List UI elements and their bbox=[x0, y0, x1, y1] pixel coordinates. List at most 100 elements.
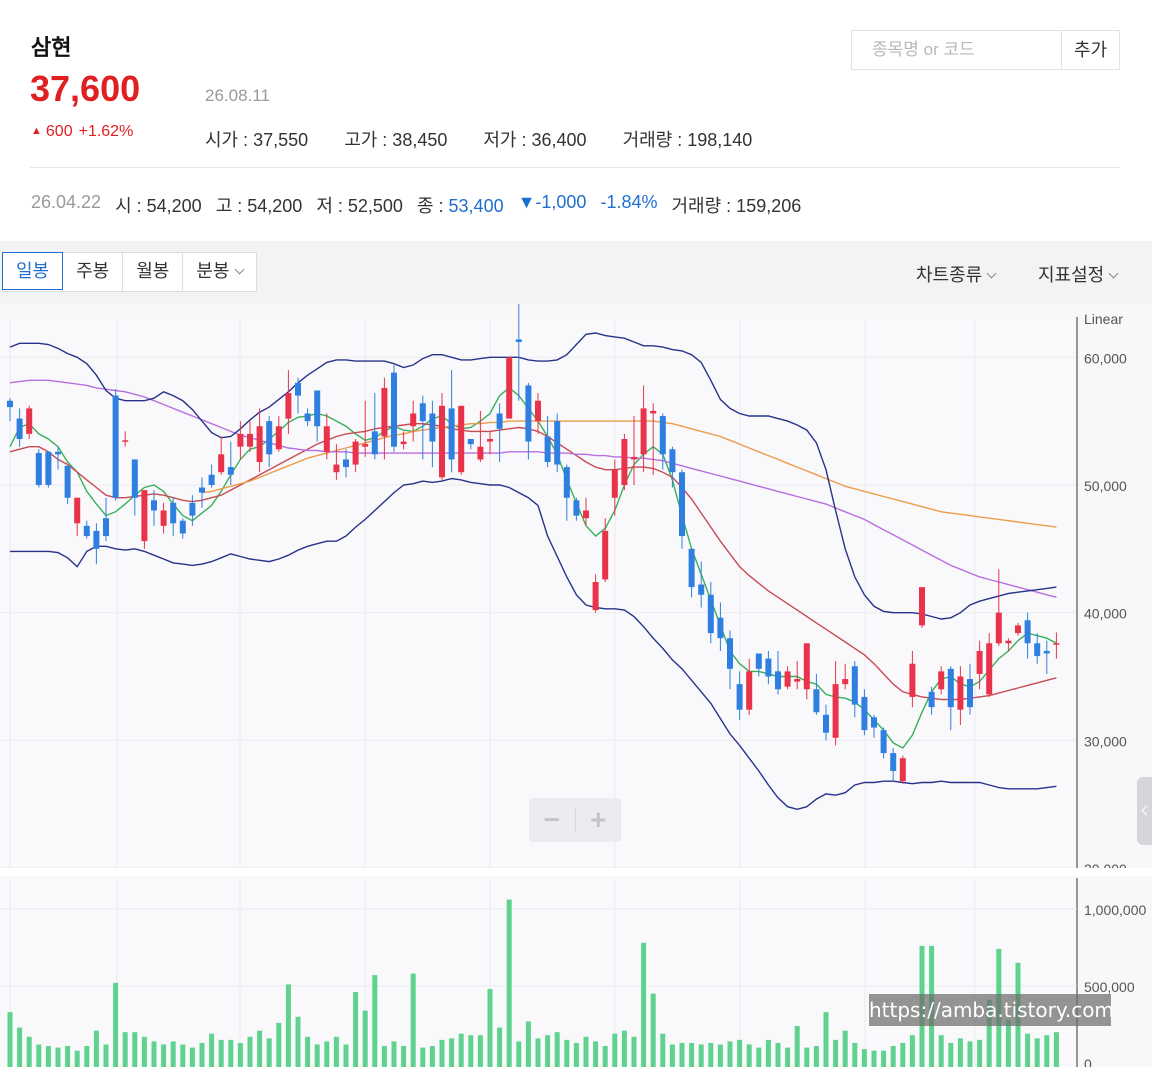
volume-bar bbox=[650, 993, 656, 1067]
volume-bar bbox=[266, 1038, 272, 1067]
volume-bar bbox=[209, 1033, 215, 1067]
side-panel-toggle[interactable] bbox=[1137, 777, 1152, 845]
volume-bar bbox=[151, 1041, 157, 1067]
volume-bar bbox=[343, 1044, 349, 1067]
candle-body bbox=[400, 441, 407, 445]
volume-bar bbox=[36, 1044, 42, 1067]
volume-bar bbox=[727, 1041, 733, 1067]
price-volume-chart[interactable]: 60,00050,00040,00030,00020,000Linear1,00… bbox=[0, 304, 1152, 1067]
volume-bar bbox=[900, 1042, 906, 1067]
candle-body bbox=[583, 510, 589, 519]
candle-body bbox=[103, 518, 109, 537]
volume-bar bbox=[113, 982, 119, 1067]
y-tick-label: 60,000 bbox=[1084, 350, 1127, 366]
candle-body bbox=[995, 612, 1002, 644]
volume-bar bbox=[756, 1047, 762, 1067]
volume-bar bbox=[660, 1033, 666, 1067]
volume-bar bbox=[449, 1038, 455, 1067]
volume-bar bbox=[737, 1039, 743, 1067]
candle-body bbox=[429, 413, 436, 442]
volume-bar bbox=[602, 1046, 608, 1067]
divider bbox=[30, 167, 1120, 168]
volume-bar bbox=[679, 1042, 685, 1067]
volume-bar bbox=[458, 1033, 464, 1067]
volume: 거래량 : 198,140 bbox=[622, 130, 753, 150]
indicator-settings-dropdown[interactable]: 지표설정 bbox=[1038, 261, 1119, 287]
zoom-out-button[interactable]: − bbox=[529, 798, 575, 842]
candle-body bbox=[477, 446, 484, 460]
candle-body bbox=[746, 671, 753, 710]
candle-body bbox=[775, 671, 781, 690]
add-button[interactable]: 추가 bbox=[1062, 31, 1119, 69]
volume-bar bbox=[26, 1036, 32, 1067]
volume-bar bbox=[180, 1044, 186, 1067]
candle-body bbox=[189, 502, 196, 516]
candle-body bbox=[83, 525, 90, 537]
candle-body bbox=[227, 467, 234, 475]
candle-body bbox=[890, 753, 897, 771]
volume-bar bbox=[765, 1039, 771, 1067]
volume-bar bbox=[17, 1027, 23, 1067]
candle-body bbox=[976, 650, 983, 674]
volume-bar bbox=[881, 1050, 887, 1067]
candle-body bbox=[26, 408, 33, 434]
search-input[interactable] bbox=[852, 31, 1062, 69]
scale-label: Linear bbox=[1084, 311, 1123, 327]
candle-body bbox=[141, 490, 148, 542]
volume-bar bbox=[7, 1012, 13, 1067]
candle-body bbox=[679, 472, 685, 537]
candle-body bbox=[784, 671, 791, 687]
volume-bar bbox=[775, 1042, 781, 1067]
hover-volume: 거래량 : 159,206 bbox=[671, 196, 802, 216]
tab-daily[interactable]: 일봉 bbox=[2, 252, 64, 290]
candle-body bbox=[986, 643, 993, 695]
period-tabs: 일봉 주봉 월봉 분봉 bbox=[2, 252, 257, 292]
current-price: 37,600 bbox=[30, 68, 141, 109]
candle-body bbox=[669, 449, 676, 473]
volume-bar bbox=[785, 1047, 791, 1067]
candle-body bbox=[842, 679, 849, 685]
chart-area[interactable]: 60,00050,00040,00030,00020,000Linear1,00… bbox=[0, 304, 1152, 1067]
candle-body bbox=[256, 426, 263, 462]
volume-bar bbox=[669, 1044, 675, 1067]
tab-weekly[interactable]: 주봉 bbox=[63, 253, 124, 291]
volume-bar bbox=[957, 1038, 963, 1067]
candle-body bbox=[506, 357, 513, 419]
chart-type-dropdown[interactable]: 차트종류 bbox=[916, 261, 997, 287]
tab-minute[interactable]: 분봉 bbox=[183, 253, 255, 291]
volume-bar bbox=[305, 1036, 311, 1067]
volume-bar bbox=[410, 973, 416, 1067]
volume-bar bbox=[497, 1027, 503, 1067]
volume-bar bbox=[794, 1026, 800, 1067]
volume-tick-label: 500,000 bbox=[1084, 979, 1135, 995]
candle-body bbox=[957, 676, 964, 710]
tab-monthly[interactable]: 월봉 bbox=[123, 253, 184, 291]
daily-ohlc: 시가 : 37,550 고가 : 38,450 저가 : 36,400 거래량 … bbox=[205, 126, 752, 152]
candle-body bbox=[419, 403, 426, 422]
candle-body bbox=[160, 510, 167, 526]
volume-bar bbox=[861, 1049, 867, 1067]
volume-tick-label: 0 bbox=[1084, 1056, 1092, 1067]
up-triangle-icon: ▲ bbox=[31, 125, 42, 137]
candle-body bbox=[650, 410, 657, 414]
candle-body bbox=[919, 587, 925, 626]
volume-bar bbox=[717, 1044, 723, 1067]
candle-body bbox=[765, 658, 772, 677]
candle-body bbox=[736, 684, 743, 710]
candle-body bbox=[170, 502, 177, 524]
zoom-in-button[interactable]: + bbox=[576, 798, 622, 842]
volume-bar bbox=[353, 992, 359, 1067]
volume-bar bbox=[583, 1036, 589, 1067]
volume-bar bbox=[890, 1046, 896, 1067]
indicator-label: 지표설정 bbox=[1038, 265, 1105, 285]
candle-body bbox=[928, 691, 935, 708]
volume-bar bbox=[122, 1032, 128, 1067]
y-tick-label: 40,000 bbox=[1084, 606, 1127, 622]
volume-bar bbox=[74, 1050, 80, 1067]
candle-body bbox=[275, 426, 282, 450]
volume-bar bbox=[381, 1046, 387, 1067]
volume-bar bbox=[708, 1042, 714, 1067]
volume-bar bbox=[804, 1047, 810, 1067]
volume-bar bbox=[698, 1044, 704, 1067]
candle-body bbox=[727, 638, 733, 669]
